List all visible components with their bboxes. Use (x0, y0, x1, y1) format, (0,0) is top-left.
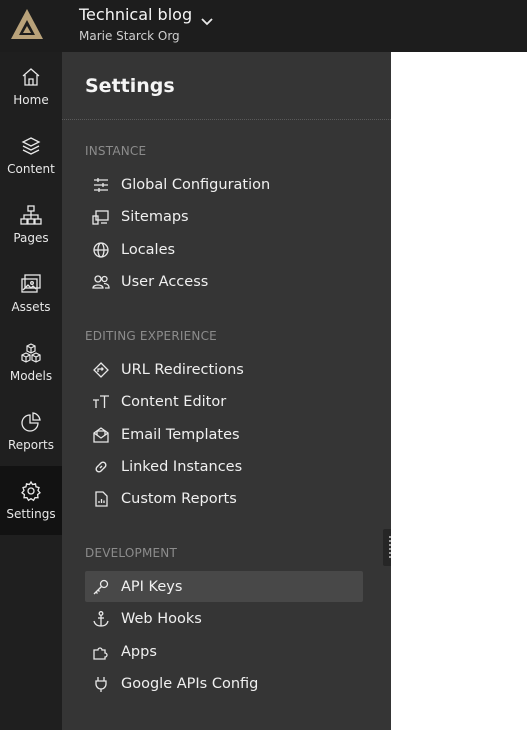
project-title: Technical blog (79, 5, 193, 24)
cubes-icon (21, 343, 41, 363)
main-nav-rail: Home Content Pages Assets Models Reports… (0, 52, 62, 730)
nav-item-custom-reports[interactable]: Custom Reports (85, 483, 363, 514)
nav-item-linked-instances[interactable]: Linked Instances (85, 451, 363, 482)
puzzle-icon (93, 646, 108, 660)
nav-item-locales[interactable]: Locales (85, 234, 363, 265)
rail-item-content[interactable]: Content (0, 121, 62, 190)
rail-item-pages[interactable]: Pages (0, 190, 62, 259)
nav-label: Locales (121, 241, 176, 258)
anchor-icon (93, 610, 109, 627)
nav-item-email-templates[interactable]: Email Templates (85, 419, 363, 450)
rail-item-models[interactable]: Models (0, 328, 62, 397)
globe-icon (93, 241, 109, 258)
gear-icon (21, 480, 41, 502)
nav-label: API Keys (121, 578, 183, 595)
nav-item-api-keys[interactable]: API Keys (85, 571, 363, 602)
key-icon (93, 579, 109, 594)
rail-label-content: Content (7, 162, 55, 176)
devices-icon (92, 209, 109, 225)
plug-icon (95, 676, 107, 692)
logo-icon[interactable] (8, 6, 46, 44)
section-heading-development: DEVELOPMENT (85, 546, 177, 560)
nav-item-global-configuration[interactable]: Global Configuration (85, 169, 363, 200)
users-icon (92, 274, 110, 289)
rail-item-home[interactable]: Home (0, 52, 62, 121)
top-bar: Technical blog Marie Starck Org (0, 0, 527, 52)
redirect-icon (93, 361, 109, 378)
nav-label: Web Hooks (121, 610, 202, 627)
rail-label-settings: Settings (6, 507, 56, 521)
project-org: Marie Starck Org (79, 29, 180, 43)
main-content-area (391, 52, 527, 730)
home-icon (22, 68, 40, 86)
rail-label-reports: Reports (7, 438, 55, 452)
settings-panel: Settings INSTANCE Global Configuration S… (62, 52, 391, 730)
nav-label: URL Redirections (121, 361, 244, 378)
chevron-down-icon[interactable] (199, 14, 215, 30)
nav-item-web-hooks[interactable]: Web Hooks (85, 603, 363, 634)
nav-label: Custom Reports (121, 490, 237, 507)
rail-item-reports[interactable]: Reports (0, 397, 62, 466)
nav-item-url-redirections[interactable]: URL Redirections (85, 354, 363, 385)
panel-title: Settings (85, 75, 175, 97)
nav-item-content-editor[interactable]: Content Editor (85, 386, 363, 417)
section-heading-instance: INSTANCE (85, 144, 147, 158)
sitemap-icon (20, 205, 42, 225)
nav-label: Linked Instances (121, 458, 243, 475)
project-switcher[interactable]: Technical blog Marie Starck Org (79, 5, 192, 45)
file-chart-icon (95, 490, 108, 507)
nav-label: Email Templates (121, 426, 240, 443)
sliders-icon (94, 177, 108, 192)
rail-label-home: Home (13, 93, 49, 107)
nav-item-apps[interactable]: Apps (85, 636, 363, 667)
nav-item-user-access[interactable]: User Access (85, 266, 363, 297)
layers-icon (21, 137, 41, 155)
nav-label: Sitemaps (121, 208, 189, 225)
rail-item-assets[interactable]: Assets (0, 259, 62, 328)
nav-label: Google APIs Config (121, 675, 259, 692)
rail-item-settings[interactable]: Settings (0, 466, 62, 535)
nav-label: Global Configuration (121, 176, 271, 193)
nav-label: User Access (121, 273, 209, 290)
nav-label: Apps (121, 643, 157, 660)
images-icon (21, 274, 41, 293)
envelope-open-icon (93, 426, 109, 443)
rail-label-pages: Pages (13, 231, 49, 245)
link-icon (95, 460, 107, 473)
panel-divider (62, 119, 391, 120)
nav-label: Content Editor (121, 393, 227, 410)
pie-chart-icon (21, 412, 41, 432)
rail-label-models: Models (9, 369, 53, 383)
section-heading-editing-experience: EDITING EXPERIENCE (85, 329, 217, 343)
rail-label-assets: Assets (11, 300, 51, 314)
text-size-icon (93, 394, 109, 408)
nav-item-sitemaps[interactable]: Sitemaps (85, 201, 363, 232)
nav-item-google-apis-config[interactable]: Google APIs Config (85, 668, 363, 699)
